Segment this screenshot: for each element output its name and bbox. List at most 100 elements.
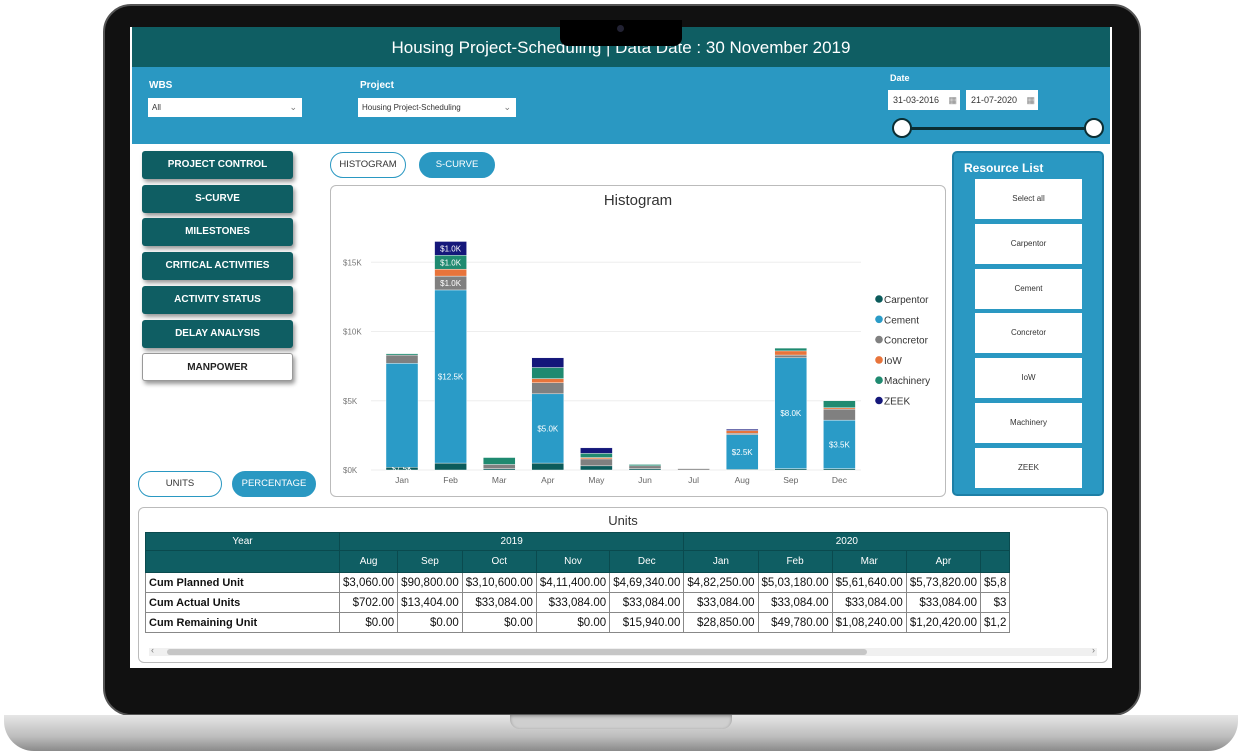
month-header-row: Aug Sep Oct Nov Dec Jan Feb Mar Apr (145, 550, 1011, 573)
x-tick-label: Dec (832, 475, 848, 485)
bar-segment-iow-apr (531, 378, 565, 383)
legend-label: Cement (884, 315, 919, 326)
x-tick-label: Jul (688, 475, 699, 485)
table-cell: $5,73,820.00 (905, 572, 981, 593)
row-label: Cum Planned Unit (145, 572, 340, 593)
month-header: Nov (535, 550, 611, 573)
x-tick-label: Jan (395, 475, 409, 485)
slider-end-handle[interactable] (1084, 118, 1104, 138)
bar-segment-zeek-aug (726, 428, 759, 431)
month-header: Oct (461, 550, 537, 573)
nav-button-s-curve[interactable]: S-CURVE (142, 184, 293, 213)
bar-segment-machinery-sep (774, 347, 807, 352)
x-tick-label: Apr (541, 475, 554, 485)
bar-segment-machinery-may (580, 453, 613, 458)
horizontal-scrollbar[interactable]: ‹ › (149, 645, 1097, 656)
wbs-value: All (152, 103, 161, 112)
legend-label: ZEEK (884, 397, 910, 408)
resource-item-machinery[interactable]: Machinery (975, 403, 1082, 443)
data-label: $2.5K (732, 448, 754, 457)
y-tick-label: $5K (343, 397, 358, 406)
calendar-icon[interactable]: ▦ (1026, 90, 1035, 110)
legend-marker (875, 356, 883, 364)
x-tick-label: Sep (783, 475, 798, 485)
x-tick-label: Jun (638, 475, 652, 485)
wbs-dropdown[interactable]: All ⌄ (148, 98, 302, 117)
legend-marker (875, 315, 883, 324)
table-cell: $3,060.00 (338, 572, 399, 593)
resource-item-cement[interactable]: Cement (975, 268, 1082, 309)
bar-segment-concretor-aug (726, 433, 759, 435)
project-label: Project (360, 80, 394, 91)
table-title: Units (608, 513, 638, 528)
table-cell: $3,10,600.00 (461, 572, 537, 593)
bar-segment-concretor-dec (823, 408, 856, 421)
resource-item-concretor[interactable]: Concretor (975, 313, 1082, 354)
s-curve-toggle[interactable]: S-CURVE (419, 152, 495, 178)
camera-icon (617, 25, 624, 32)
table-cell: $4,82,250.00 (683, 572, 759, 593)
month-header: Jan (683, 550, 759, 573)
resource-item-carpentor[interactable]: Carpentor (975, 223, 1082, 264)
table-cell: $33,084.00 (683, 592, 759, 613)
bar-segment-iow-dec (823, 407, 856, 410)
scroll-left-icon[interactable]: ‹ (151, 645, 154, 655)
bar-segment-concretor-may (580, 458, 613, 467)
bar-segment-carpentor-mar (482, 468, 516, 471)
table-cell: $28,850.00 (683, 612, 759, 633)
data-label: $1.0K (440, 244, 462, 253)
bar-segment-iow-aug (726, 430, 759, 434)
nav-button-project-control[interactable]: PROJECT CONTROL (142, 151, 293, 179)
histogram-toggle[interactable]: HISTOGRAM (330, 152, 406, 178)
filter-bar: WBS All ⌄ Project Housing Project-Schedul… (132, 67, 1110, 144)
year-cell: 2020 (683, 532, 1011, 551)
histogram-svg: $0K$5K$10K$15K$7.5KJan$12.5K$1.0K$1.0K$1… (343, 241, 930, 485)
data-label: $3.5K (829, 440, 851, 449)
legend-marker (875, 295, 883, 303)
nav-button-critical-activities[interactable]: CRITICAL ACTIVITIES (142, 252, 293, 281)
table-cell: $4,11,400.00 (535, 572, 611, 593)
x-tick-label: May (588, 475, 605, 485)
percentage-toggle[interactable]: PERCENTAGE (232, 471, 316, 497)
bar-segment-concretor-sep (774, 354, 807, 359)
end-date-input[interactable]: 21-07-2020 ▦ (966, 90, 1038, 110)
table-cell: $702.00 (338, 592, 399, 613)
table-cell: $15,940.00 (609, 612, 685, 633)
bar-segment-cement-jan (385, 363, 419, 468)
scroll-right-icon[interactable]: › (1092, 645, 1095, 655)
nav-button-manpower[interactable]: MANPOWER (142, 353, 293, 382)
table-cell: $0.00 (535, 612, 611, 633)
calendar-icon[interactable]: ▦ (948, 90, 957, 110)
scrollbar-thumb[interactable] (167, 649, 867, 655)
resource-item-zeek[interactable]: ZEEK (975, 447, 1082, 488)
resource-list: Resource List Select all Carpentor Cement C… (952, 151, 1104, 496)
row-label: Cum Actual Units (145, 592, 340, 613)
legend-label: IoW (884, 356, 902, 367)
nav-button-delay-analysis[interactable]: DELAY ANALYSIS (142, 319, 293, 348)
units-table-panel: Units Year 2019 2020 Aug Sep Oct Nov Dec Jan Feb M… (138, 507, 1108, 663)
resource-item-select-all[interactable]: Select all (975, 179, 1082, 219)
nav-button-activity-status[interactable]: ACTIVITY STATUS (142, 285, 293, 314)
date-range-slider[interactable] (892, 118, 1104, 138)
histogram-chart: Histogram $0K $5K $10K $15K $7.5K Jan $12.5K $1… (330, 185, 946, 497)
slider-start-handle[interactable] (892, 118, 912, 138)
start-date-value: 31-03-2016 (893, 95, 940, 105)
table-cell: $0.00 (338, 612, 399, 633)
table-cell: $90,800.00 (397, 572, 463, 593)
units-toggle[interactable]: UNITS (138, 471, 222, 497)
start-date-input[interactable]: 31-03-2016 ▦ (888, 90, 960, 110)
project-dropdown[interactable]: Housing Project-Scheduling ⌄ (358, 98, 516, 117)
table-cell: $1,20,420.00 (905, 612, 981, 633)
x-tick-label: Mar (492, 475, 507, 485)
table-cell: $1,08,240.00 (831, 612, 907, 633)
nav-button-milestones[interactable]: MILESTONES (142, 218, 293, 247)
x-tick-label: Feb (443, 475, 458, 485)
bar-segment-machinery-apr (531, 367, 565, 379)
bar-segment-machinery-mar (482, 457, 516, 465)
legend-label: Carpentor (884, 295, 929, 306)
resource-item-iow[interactable]: IoW (975, 358, 1082, 399)
bar-segment-machinery-jan (385, 353, 419, 356)
data-label: $5.0K (537, 424, 559, 433)
table-cell: $1,2 (979, 612, 1011, 633)
units-table: Year 2019 2020 Aug Sep Oct Nov Dec Jan Feb Mar Apr C… (145, 532, 1011, 633)
